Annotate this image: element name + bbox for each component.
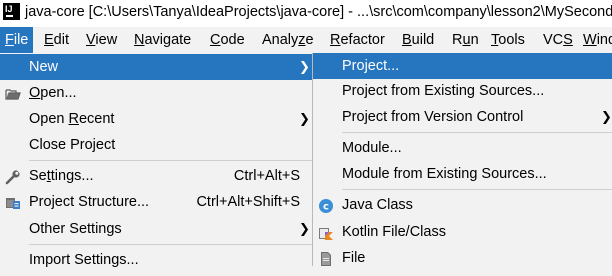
chevron-right-icon: ❯: [299, 221, 310, 236]
new-module-item[interactable]: Module...: [313, 135, 612, 161]
project-structure-icon: [5, 194, 21, 210]
file-menu-settings[interactable]: Settings... Ctrl+Alt+S: [0, 163, 312, 189]
file-menu-other-settings[interactable]: Other Settings ❯: [0, 216, 312, 242]
new-project-item[interactable]: Project...: [313, 53, 612, 79]
wrench-icon: [5, 168, 21, 185]
menu-separator: [342, 189, 612, 190]
menu-separator: [29, 160, 312, 161]
menu-tools[interactable]: Tools: [486, 27, 530, 53]
chevron-right-icon: ❯: [299, 111, 310, 126]
menu-bar: File Edit View Navigate Code Analyze Ref…: [0, 27, 612, 53]
file-menu-close-project[interactable]: Close Project: [0, 132, 312, 158]
chevron-right-icon: ❯: [601, 109, 612, 124]
menu-edit[interactable]: Edit: [39, 27, 74, 53]
menu-code[interactable]: Code: [205, 27, 250, 53]
file-menu-project-structure[interactable]: Project Structure... Ctrl+Alt+Shift+S: [0, 189, 312, 215]
menu-window[interactable]: Window: [578, 27, 612, 53]
folder-icon: [5, 85, 21, 101]
menu-build[interactable]: Build: [397, 27, 439, 53]
menu-run[interactable]: Run: [447, 27, 484, 53]
kotlin-icon: [318, 224, 334, 240]
new-file-item[interactable]: File: [313, 245, 612, 271]
intellij-app-icon[interactable]: IJ: [3, 3, 20, 20]
menu-vcs[interactable]: VCS: [538, 27, 578, 53]
file-menu-open[interactable]: Open...: [0, 80, 312, 106]
file-icon: [318, 250, 334, 266]
file-menu-new[interactable]: New ❯: [0, 54, 312, 80]
menu-separator: [29, 244, 312, 245]
new-project-from-vcs-item[interactable]: Project from Version Control ❯: [313, 104, 612, 130]
menu-view[interactable]: View: [81, 27, 122, 53]
shortcut-text: Ctrl+Alt+S: [233, 168, 300, 184]
file-menu: New ❯ Open... Open Recent ❯ Close Projec…: [0, 53, 313, 268]
file-menu-open-recent[interactable]: Open Recent ❯: [0, 106, 312, 132]
new-project-from-existing-sources-item[interactable]: Project from Existing Sources...: [313, 78, 612, 104]
new-submenu: Project... Project from Existing Sources…: [313, 53, 612, 266]
window-title: java-core [C:\Users\Tanya\IdeaProjects\j…: [25, 4, 612, 20]
menu-file[interactable]: File: [0, 27, 34, 53]
menu-separator: [342, 132, 612, 133]
chevron-right-icon: ❯: [299, 59, 310, 74]
java-class-icon: c: [318, 197, 334, 213]
new-java-class-item[interactable]: c Java Class: [313, 192, 612, 218]
file-menu-import-settings[interactable]: Import Settings...: [0, 247, 312, 273]
svg-text:c: c: [323, 202, 329, 213]
menu-navigate[interactable]: Navigate: [129, 27, 196, 53]
new-module-from-existing-sources-item[interactable]: Module from Existing Sources...: [313, 161, 612, 187]
title-bar: IJ java-core [C:\Users\Tanya\IdeaProject…: [0, 0, 612, 27]
menu-analyze[interactable]: Analyze: [257, 27, 319, 53]
new-kotlin-file-class-item[interactable]: Kotlin File/Class: [313, 219, 612, 245]
menu-refactor[interactable]: Refactor: [325, 27, 390, 53]
shortcut-text: Ctrl+Alt+Shift+S: [196, 194, 300, 210]
